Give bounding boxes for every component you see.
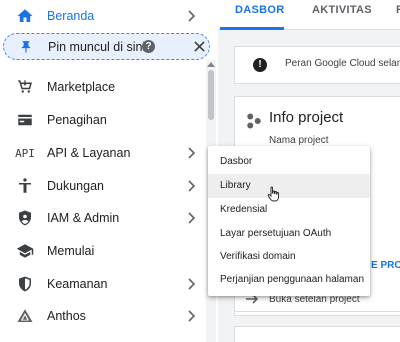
submenu-item-dasbor[interactable]: Dasbor (208, 150, 370, 174)
scroll-up-arrow-icon[interactable] (207, 62, 215, 67)
hand-cursor-icon (267, 186, 279, 202)
project-link[interactable]: E PROJ (371, 260, 400, 271)
nav-item-label: API & Layanan (47, 146, 131, 160)
billing-icon (14, 109, 36, 131)
submenu-item-label: Library (220, 180, 251, 191)
nav-item-memulai[interactable]: Memulai (0, 235, 206, 267)
chevron-right-icon (188, 278, 196, 290)
info-icon: ! (253, 58, 267, 72)
nav-scrollbar-thumb[interactable] (208, 70, 214, 120)
banner-text: Peran Google Cloud selama (285, 58, 400, 69)
nav-item-label: Dukungan (47, 179, 104, 193)
nav-item-keamanan[interactable]: Keamanan (0, 268, 206, 300)
submenu-item-oauth[interactable]: Layar persetujuan OAuth (208, 222, 370, 246)
tab-aktivitas[interactable]: AKTIVITAS (312, 4, 372, 16)
submenu-item-verifikasi-domain[interactable]: Verifikasi domain (208, 245, 370, 269)
submenu-item-label: Perjanjian penggunaan halaman (220, 274, 365, 285)
tab-third[interactable]: R (396, 4, 400, 16)
chevron-right-icon (188, 180, 196, 192)
close-icon[interactable] (194, 41, 205, 52)
nav-item-iam-admin[interactable]: IAM & Admin (0, 202, 206, 234)
cart-icon (14, 76, 36, 98)
security-shield-icon (14, 273, 36, 295)
card-subtitle: Nama project (269, 135, 329, 146)
nav-item-beranda[interactable]: Beranda (0, 0, 206, 32)
chevron-right-icon (188, 212, 196, 224)
pin-label: Pin muncul di sini (48, 40, 146, 54)
submenu-item-library[interactable]: Library (208, 174, 370, 198)
nav-item-anthos[interactable]: Anthos (0, 300, 206, 332)
tab-bar: DASBOR AKTIVITAS R (218, 0, 400, 30)
submenu-item-label: Kredensial (220, 204, 268, 215)
navigation-menu: Beranda Pin muncul di sini ? Marketplace… (0, 0, 218, 342)
graduation-cap-icon (14, 240, 36, 262)
nav-item-penagihan[interactable]: Penagihan (0, 104, 206, 136)
support-person-icon (14, 175, 36, 197)
nav-item-marketplace[interactable]: Marketplace (0, 71, 206, 103)
project-dots-icon (247, 113, 261, 129)
next-card (234, 326, 400, 342)
submenu-item-perjanjian[interactable]: Perjanjian penggunaan halaman (208, 268, 370, 292)
nav-item-label: Penagihan (47, 113, 107, 127)
pin-icon (15, 36, 37, 58)
home-icon (14, 5, 36, 27)
nav-item-label: Anthos (47, 309, 86, 323)
shield-person-icon (14, 207, 36, 229)
notice-banner: ! Peran Google Cloud selama (234, 46, 400, 84)
submenu-item-label: Dasbor (220, 156, 253, 167)
api-icon: API (15, 146, 35, 160)
submenu-item-label: Layar persetujuan OAuth (220, 228, 332, 239)
nav-item-api-layanan[interactable]: API API & Layanan (0, 137, 206, 169)
nav-item-label: Marketplace (47, 80, 116, 94)
help-icon[interactable]: ? (142, 40, 155, 53)
active-tab-indicator (220, 27, 284, 30)
nav-item-label: Beranda (47, 9, 95, 23)
nav-item-label: IAM & Admin (47, 211, 120, 225)
submenu-item-label: Verifikasi domain (220, 251, 296, 262)
chevron-right-icon (188, 310, 196, 322)
nav-item-label: Memulai (47, 244, 95, 258)
chevron-right-icon (188, 147, 196, 159)
nav-item-label: Keamanan (47, 277, 108, 291)
nav-item-dukungan[interactable]: Dukungan (0, 170, 206, 202)
chevron-right-icon (188, 10, 196, 22)
tab-dasbor[interactable]: DASBOR (235, 4, 284, 16)
submenu-item-kredensial[interactable]: Kredensial (208, 198, 370, 222)
api-submenu: Dasbor Library Kredensial Layar persetuj… (208, 146, 370, 296)
card-title: Info project (269, 109, 344, 126)
anthos-icon (14, 305, 36, 327)
card-divider (235, 311, 400, 312)
pin-placeholder: Pin muncul di sini ? (3, 33, 210, 60)
